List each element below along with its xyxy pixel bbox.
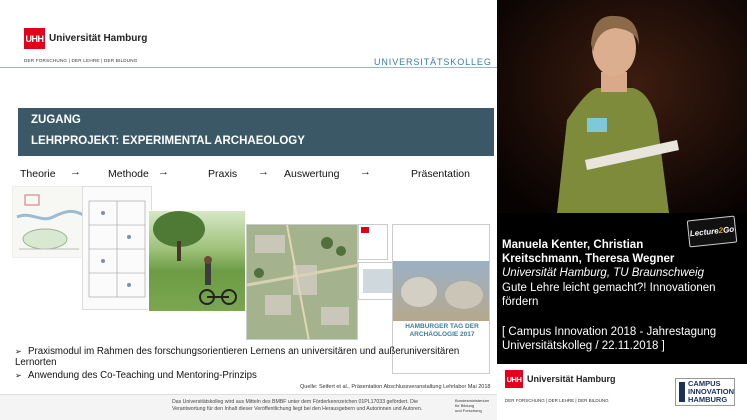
method-grid-image	[82, 186, 152, 310]
uhh-logo-tagline: DER FORSCHUNG | DER LEHRE | DER BILDUNG	[24, 58, 138, 63]
uhh-logo-mark: UHH	[24, 28, 45, 49]
bullet-item-1: ➢ Praxismodul im Rahmen des forschungsori…	[15, 346, 460, 368]
bmbf-logo: Bundesministerium für Bildung und Forsch…	[455, 398, 490, 413]
bullet-item-2: ➢ Anwendung des Co-Teaching und Mentoring…	[15, 370, 257, 381]
lecture2go-badge: Lecture 2 Go	[686, 215, 738, 248]
header-divider	[0, 67, 497, 68]
slide-subtitle: LEHRPROJEKT: EXPERIMENTAL ARCHAEOLOGY	[31, 135, 305, 147]
flow-step-auswertung: Auswertung	[284, 168, 340, 180]
funding-note: Das Universitätskolleg wird aus Mitteln …	[172, 399, 423, 412]
event-line-1: [ Campus Innovation 2018 - Jahrestagung	[502, 326, 717, 338]
sidebar-logo-bar: UHH Universität Hamburg DER FORSCHUNG | …	[497, 364, 747, 420]
bullet-arrow-icon: ➢	[15, 347, 22, 356]
field-practice-photo	[148, 210, 246, 312]
speakers-line-2: Kreitschmann, Theresa Wegner	[502, 253, 675, 265]
talk-title-line-2: fördern	[502, 296, 539, 308]
theory-map-image	[12, 186, 84, 258]
flow-arrow: →	[360, 166, 371, 178]
flow-step-methode: Methode	[108, 168, 149, 180]
flow-arrow: →	[158, 166, 169, 178]
source-note: Quelle: Seifert et al., Präsentation Abs…	[300, 384, 491, 390]
flow-arrow: →	[258, 166, 269, 178]
speaker-video[interactable]	[497, 0, 747, 213]
affiliation: Universität Hamburg, TU Braunschweig	[502, 267, 704, 279]
slide-footer: Das Universitätskolleg wird aus Mitteln …	[0, 394, 497, 420]
campus-innovation-logo: CAMPUS INNOVATION HAMBURG	[675, 378, 735, 406]
poster-title: HAMBURGER TAG DER ARCHÄOLOGIE 2017	[405, 323, 479, 338]
flow-step-theorie: Theorie	[20, 168, 56, 180]
lecture-frame: UHH Universität Hamburg DER FORSCHUNG | …	[0, 0, 747, 420]
kolleg-label: UNIVERSITÄTSKOLLEG	[374, 57, 492, 67]
presentation-slide: UHH Universität Hamburg DER FORSCHUNG | …	[0, 0, 497, 420]
slide-title: ZUGANG	[31, 114, 81, 126]
speakers-line-1: Manuela Kenter, Christian	[502, 239, 644, 251]
uhh-logo-bottom: UHH Universität Hamburg	[505, 370, 616, 388]
aerial-map-image	[246, 224, 358, 340]
flow-arrow: →	[70, 166, 81, 178]
talk-title-line-1: Gute Lehre leicht gemacht?! Innovationen	[502, 282, 716, 294]
uhh-logo-name: Universität Hamburg	[49, 33, 148, 44]
flow-step-praxis: Praxis	[208, 168, 238, 180]
ci-logo-mark	[679, 382, 686, 402]
document-thumb-red	[358, 224, 388, 260]
slide-title-box: ZUGANG LEHRPROJEKT: EXPERIMENTAL ARCHAEO…	[18, 108, 494, 156]
event-line-2: Universitätskolleg / 22.11.2018 ]	[502, 340, 665, 352]
uhh-logo: UHH Universität Hamburg	[24, 28, 147, 49]
flow-step-praesentation: Präsentation	[411, 168, 470, 180]
bullet-arrow-icon: ➢	[15, 371, 22, 380]
